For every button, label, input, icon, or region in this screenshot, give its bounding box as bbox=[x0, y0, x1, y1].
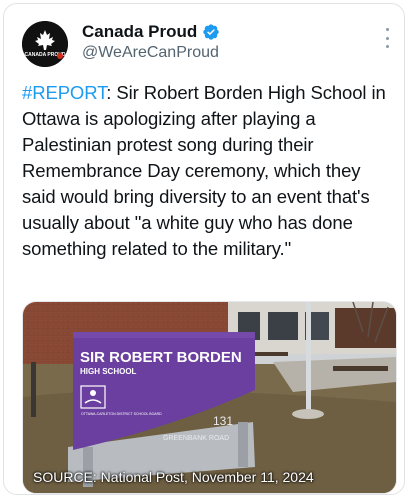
street-number: 131 bbox=[213, 414, 233, 428]
tweet-card[interactable]: CANADA PROUD Canada Proud @WeAreCanProud… bbox=[3, 3, 405, 495]
hashtag-link[interactable]: #REPORT bbox=[22, 82, 106, 103]
tweet-text: #REPORT: Sir Robert Borden High School i… bbox=[22, 80, 398, 262]
sign-title: SIR ROBERT BORDEN bbox=[80, 349, 242, 366]
sign-subtitle: HIGH SCHOOL bbox=[80, 367, 137, 376]
author-name[interactable]: Canada Proud bbox=[82, 22, 197, 42]
verified-badge-icon bbox=[202, 23, 220, 41]
author-name-row[interactable]: Canada Proud bbox=[82, 22, 220, 42]
tweet-media-image[interactable]: OTTAWA-CARLETON DISTRICT SCHOOL BOARD SI… bbox=[22, 301, 397, 494]
author-handle[interactable]: @WeAreCanProud bbox=[82, 44, 219, 62]
image-caption: SOURCE: National Post, November 11, 2024 bbox=[33, 469, 314, 485]
street-name: GREENBANK ROAD bbox=[163, 435, 229, 442]
more-vertical-icon[interactable] bbox=[384, 28, 390, 48]
school-board-text: OTTAWA-CARLETON DISTRICT SCHOOL BOARD bbox=[81, 412, 162, 416]
avatar[interactable]: CANADA PROUD bbox=[22, 21, 68, 67]
tweet-body: : Sir Robert Borden High School in Ottaw… bbox=[22, 82, 386, 259]
